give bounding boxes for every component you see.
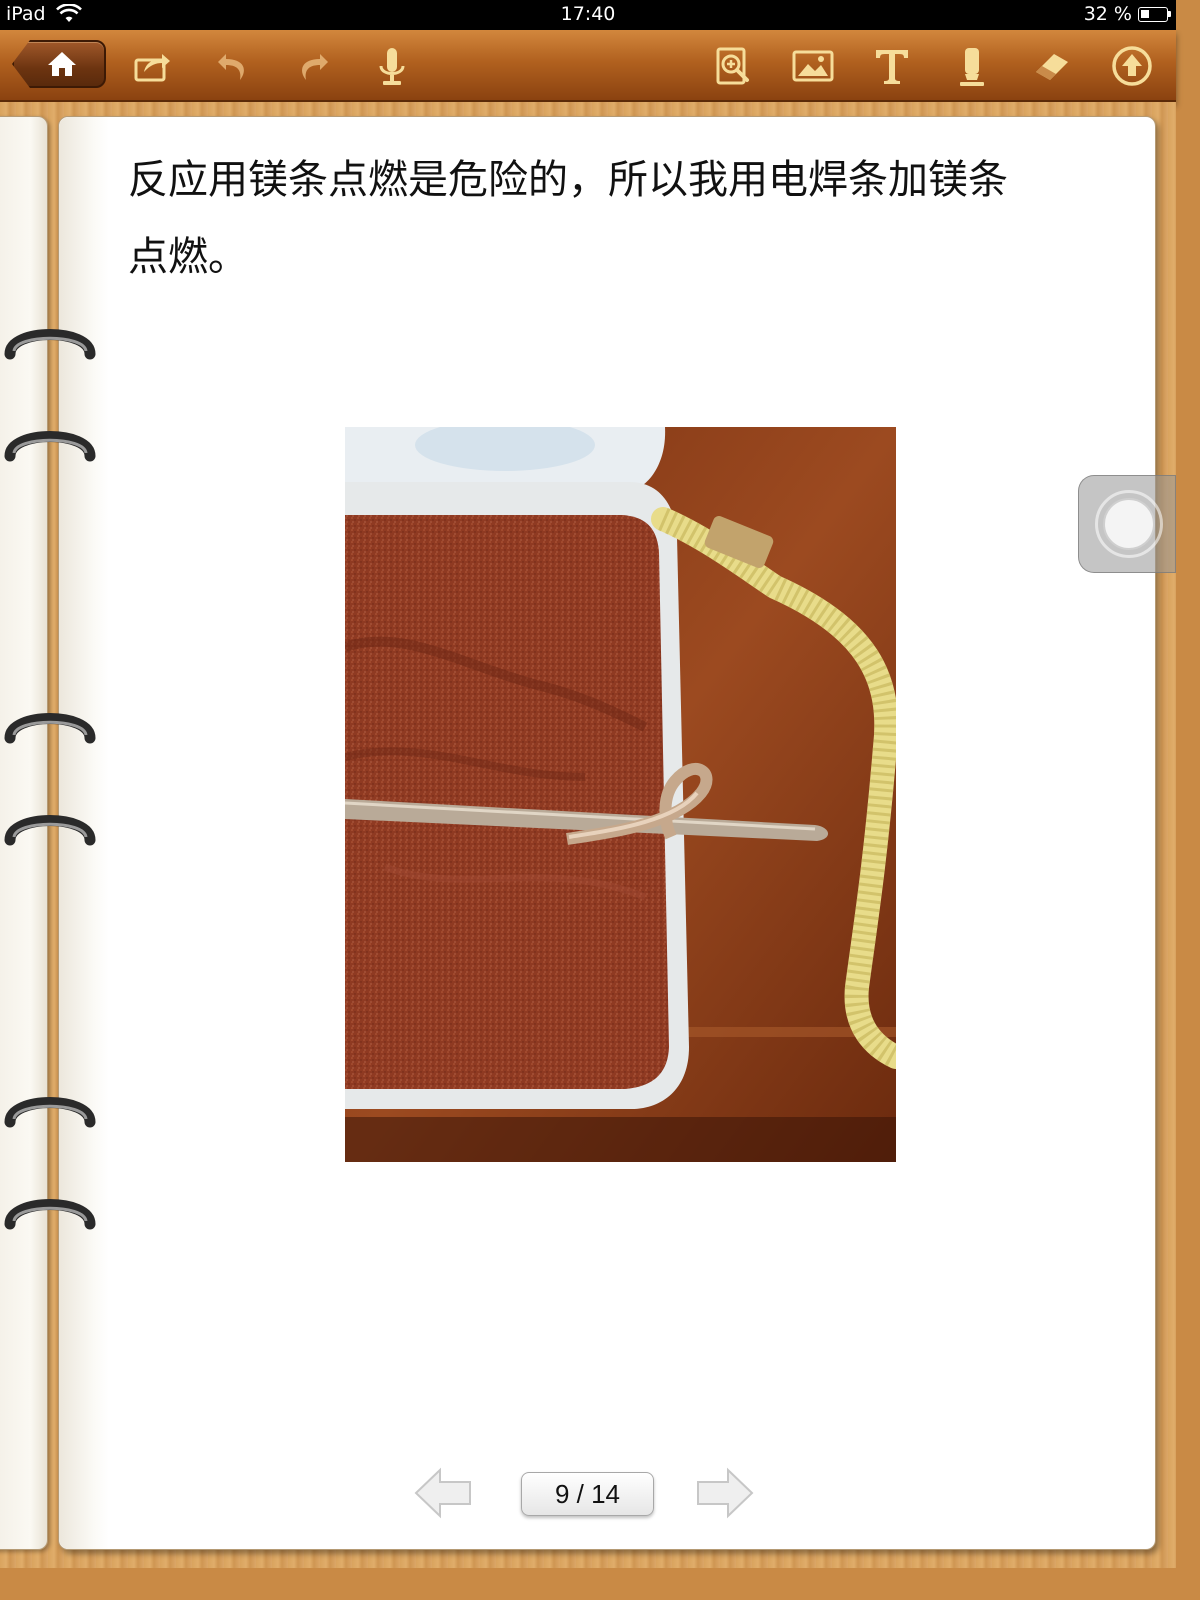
- page-indicator[interactable]: 9 / 14: [521, 1472, 654, 1516]
- insert-image-icon: [792, 50, 834, 82]
- previous-page-arrow-icon[interactable]: [412, 1466, 474, 1520]
- toolbar: [0, 30, 1176, 102]
- share-icon: [134, 54, 170, 82]
- redo-icon: [302, 54, 328, 80]
- binder-ring-icon: [4, 329, 96, 360]
- assistive-touch-dot-icon: [1103, 498, 1155, 550]
- experiment-photo[interactable]: [345, 427, 896, 1162]
- battery-percentage: 32 %: [1083, 3, 1132, 25]
- zoom-page-icon: [716, 47, 749, 85]
- page-number-label: 9 / 14: [554, 1478, 621, 1509]
- binder-ring-icon: [4, 431, 96, 462]
- binder-ring-icon: [4, 1097, 96, 1128]
- next-page-arrow-icon[interactable]: [694, 1466, 756, 1520]
- upload-button[interactable]: [1104, 38, 1160, 94]
- text-tool-icon: [876, 50, 908, 84]
- clock: 17:40: [560, 3, 616, 25]
- highlighter-button[interactable]: [944, 38, 1000, 94]
- page-text-line: 反应用镁条点燃是危险的，所以我用电焊条加镁条: [128, 157, 1008, 203]
- share-button[interactable]: [124, 38, 180, 94]
- status-bar: iPad 17:40 32 %: [0, 0, 1176, 30]
- undo-button[interactable]: [206, 38, 262, 94]
- home-button[interactable]: [12, 40, 106, 88]
- page-text-line: 点燃。: [128, 234, 248, 280]
- eraser-icon: [1036, 54, 1068, 80]
- binder-ring-icon: [4, 815, 96, 846]
- highlighter-icon: [960, 48, 984, 86]
- undo-icon: [218, 54, 244, 80]
- microphone-icon: [379, 48, 405, 85]
- microphone-button[interactable]: [364, 38, 420, 94]
- home-icon: [48, 52, 76, 76]
- redo-button[interactable]: [284, 38, 340, 94]
- eraser-button[interactable]: [1024, 38, 1080, 94]
- assistive-touch-button[interactable]: [1078, 475, 1176, 573]
- text-tool-button[interactable]: [864, 38, 920, 94]
- experiment-photo-image: [345, 427, 896, 1162]
- upload-icon: [1112, 46, 1152, 86]
- insert-image-button[interactable]: [785, 38, 841, 94]
- zoom-page-button[interactable]: [705, 38, 761, 94]
- binder-ring-icon: [4, 1199, 96, 1230]
- battery-icon: [1138, 7, 1171, 22]
- binder-ring-icon: [4, 713, 96, 744]
- page-text: 反应用镁条点燃是危险的，所以我用电焊条加镁条 点燃。: [128, 142, 1142, 296]
